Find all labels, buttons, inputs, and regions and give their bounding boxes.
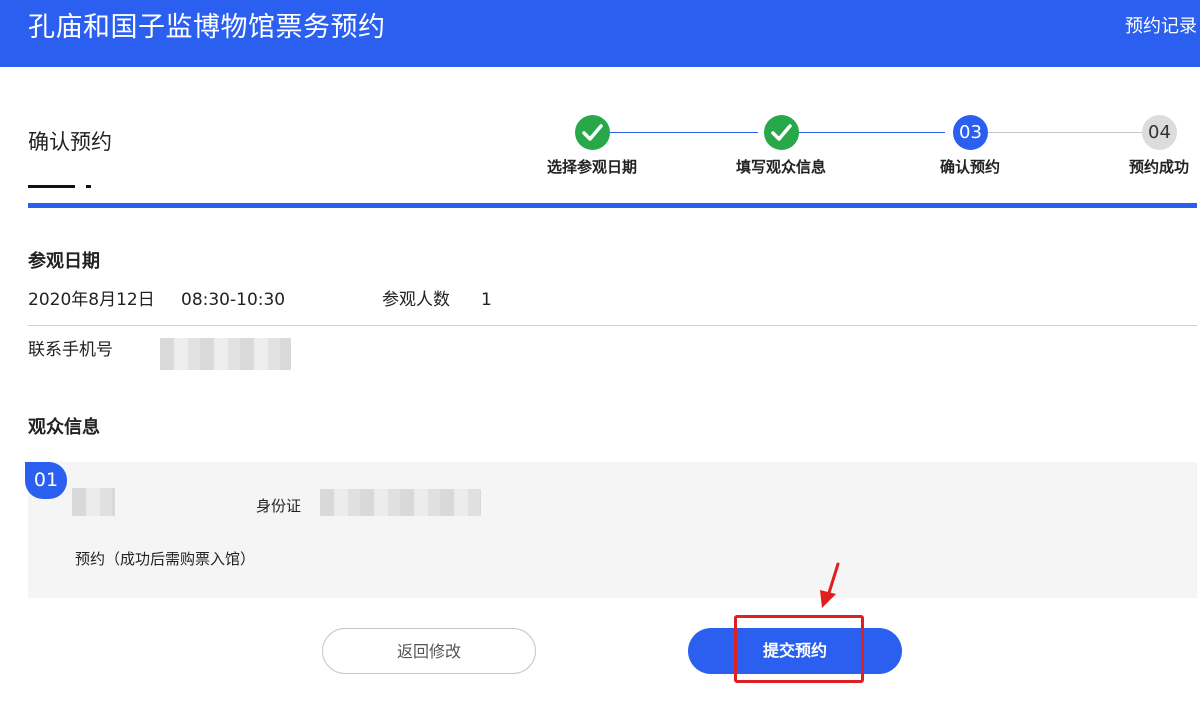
- step-2-label: 填写观众信息: [735, 158, 826, 176]
- step-4-number: 04: [1142, 115, 1177, 150]
- step-connector-1: [610, 132, 758, 133]
- visitor-name-redacted: [72, 488, 115, 516]
- booking-status-text: 预约（成功后需购票入馆）: [75, 550, 256, 568]
- step-3-label: 确认预约: [939, 158, 1000, 176]
- id-type-label: 身份证: [256, 497, 302, 515]
- visitor-card: [28, 462, 1197, 598]
- title-underline: [28, 185, 75, 188]
- step-4-label: 预约成功: [1128, 158, 1189, 176]
- visit-date-value: 2020年8月12日: [28, 290, 155, 310]
- visitor-index-badge: 01: [25, 462, 67, 499]
- page-title: 确认预约: [28, 130, 112, 154]
- title-dot: [86, 185, 91, 188]
- visit-date-heading: 参观日期: [28, 251, 100, 272]
- annotation-arrow-icon: [820, 562, 840, 608]
- info-divider: [28, 325, 1197, 326]
- step-connector-3: [988, 132, 1142, 133]
- id-number-redacted: [320, 489, 481, 516]
- section-divider-bar: [28, 203, 1197, 208]
- step-1-check-icon: [575, 115, 610, 150]
- site-title: 孔庙和国子监博物馆票务预约: [28, 12, 386, 43]
- annotation-highlight-box: [734, 615, 864, 683]
- visitor-info-heading: 观众信息: [28, 417, 100, 438]
- back-edit-button[interactable]: 返回修改: [322, 628, 536, 674]
- top-header-bar: 孔庙和国子监博物馆票务预约 预约记录: [0, 0, 1200, 67]
- step-connector-2: [799, 132, 945, 133]
- step-3-number: 03: [953, 115, 988, 150]
- visit-time-value: 08:30-10:30: [181, 290, 286, 310]
- phone-label: 联系手机号: [28, 340, 113, 360]
- step-2-check-icon: [764, 115, 799, 150]
- phone-number-redacted: [160, 338, 291, 370]
- booking-records-link[interactable]: 预约记录: [1125, 14, 1197, 40]
- step-1-label: 选择参观日期: [546, 158, 637, 176]
- visitor-count-label: 参观人数: [382, 290, 450, 310]
- visitor-count-value: 1: [481, 290, 492, 310]
